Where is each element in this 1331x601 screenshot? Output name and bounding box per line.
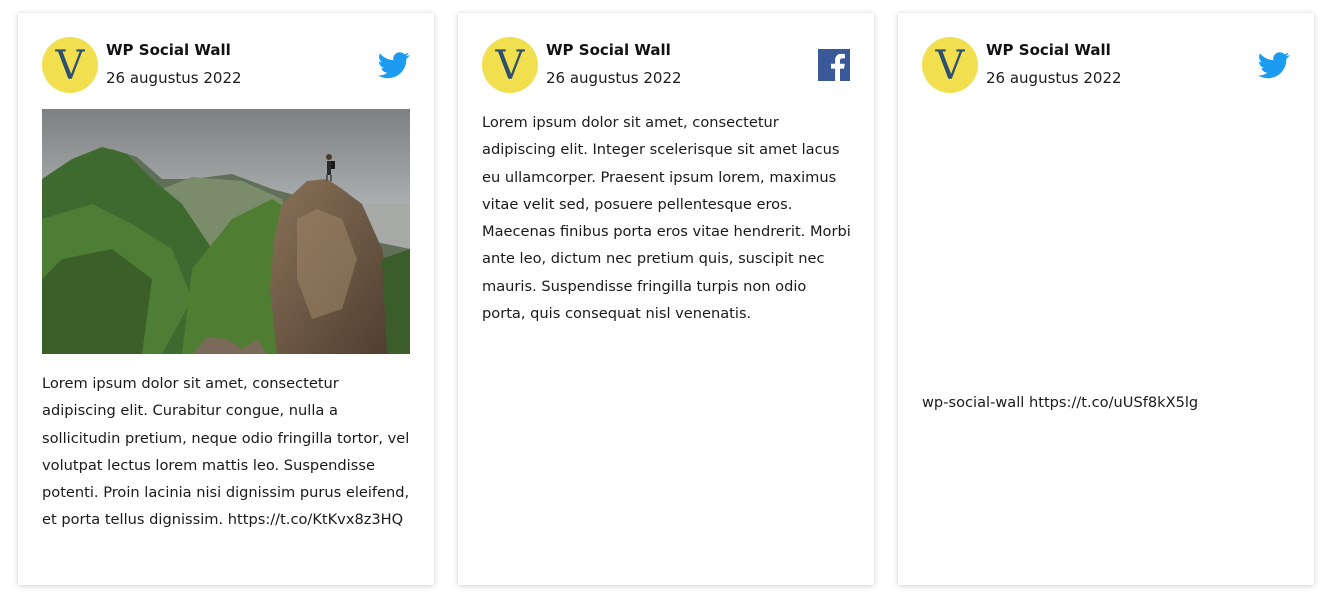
post-text: Lorem ipsum dolor sit amet, consectetur … — [42, 375, 410, 529]
svg-text:V: V — [935, 43, 966, 89]
post-text: wp-social-wall https://t.co/uUSf8kX5lg — [922, 394, 1199, 411]
avatar: V — [922, 37, 978, 93]
post-date: 26 augustus 2022 — [546, 69, 682, 87]
twitter-bird-icon[interactable] — [1258, 49, 1290, 81]
svg-text:V: V — [55, 43, 86, 89]
post-header: V WP Social Wall 26 augustus 2022 — [922, 37, 1290, 93]
social-wall: V WP Social Wall 26 augustus 2022 Lorem … — [0, 0, 1331, 601]
avatar: V — [482, 37, 538, 93]
post-header: V WP Social Wall 26 augustus 2022 — [42, 37, 410, 93]
post-card[interactable]: V WP Social Wall 26 augustus 2022 wp-soc… — [898, 13, 1314, 585]
svg-text:V: V — [495, 43, 526, 89]
post-photo[interactable] — [42, 109, 410, 354]
author-name[interactable]: WP Social Wall — [986, 41, 1111, 59]
author-name[interactable]: WP Social Wall — [106, 41, 231, 59]
post-text: Lorem ipsum dolor sit amet, consectetur … — [482, 114, 851, 323]
post-card[interactable]: V WP Social Wall 26 augustus 2022 Lorem … — [18, 13, 434, 585]
author-name[interactable]: WP Social Wall — [546, 41, 671, 59]
twitter-bird-icon[interactable] — [378, 49, 410, 81]
post-date: 26 augustus 2022 — [986, 69, 1122, 87]
facebook-icon[interactable] — [818, 49, 850, 81]
post-card[interactable]: V WP Social Wall 26 augustus 2022 Lorem … — [458, 13, 874, 585]
avatar: V — [42, 37, 98, 93]
post-header: V WP Social Wall 26 augustus 2022 — [482, 37, 850, 93]
post-date: 26 augustus 2022 — [106, 69, 242, 87]
